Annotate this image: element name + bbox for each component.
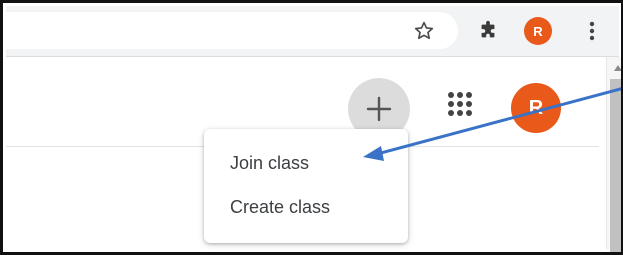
browser-profile-avatar[interactable]: R: [524, 17, 552, 45]
plus-icon: [366, 96, 392, 122]
scroll-up-arrow-icon[interactable]: [607, 61, 621, 75]
puzzle-icon[interactable]: [476, 19, 500, 43]
account-avatar[interactable]: R: [511, 83, 561, 133]
address-bar[interactable]: [6, 12, 458, 49]
star-icon[interactable]: [412, 19, 436, 43]
scroll-thumb[interactable]: [610, 79, 621, 252]
menu-item-join-class[interactable]: Join class: [204, 143, 408, 183]
scrollbar[interactable]: [606, 57, 621, 252]
add-class-dropdown: Join class Create class: [204, 129, 408, 243]
account-initial: R: [528, 96, 544, 119]
apps-grid-icon[interactable]: [447, 91, 473, 117]
screenshot-frame: R R Join class Create class: [0, 0, 623, 255]
menu-dots-icon[interactable]: [582, 19, 602, 43]
menu-item-create-class[interactable]: Create class: [204, 187, 408, 227]
browser-profile-initial: R: [533, 23, 543, 39]
browser-toolbar: R: [6, 6, 619, 57]
